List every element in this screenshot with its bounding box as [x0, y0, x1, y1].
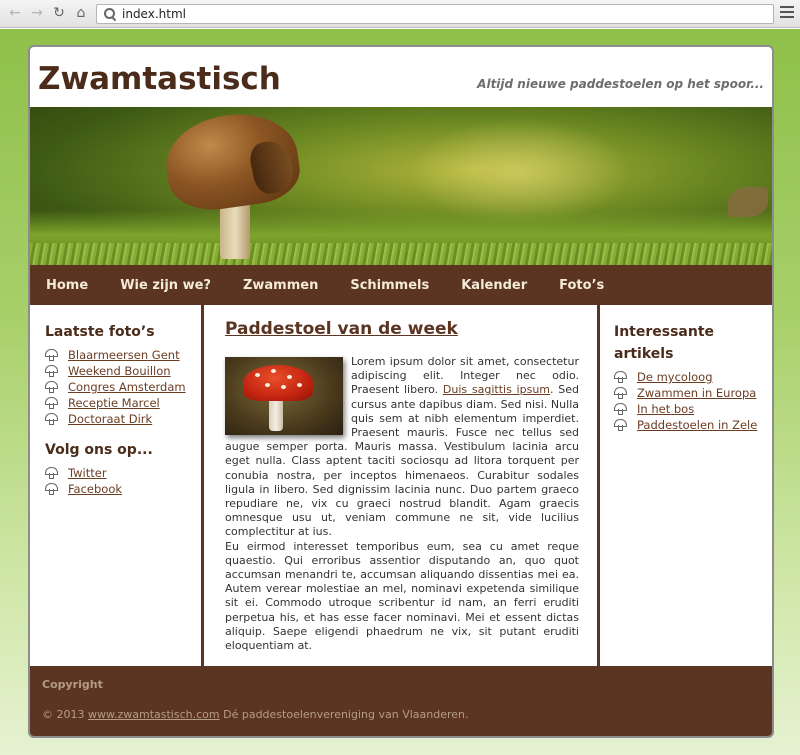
mushroom-icon: [614, 387, 627, 399]
list-item: Zwammen in Europa: [614, 385, 772, 401]
fly-agaric-image: [225, 357, 343, 435]
photo-link[interactable]: Doctoraat Dirk: [68, 412, 152, 426]
url-text: index.html: [122, 7, 186, 21]
photo-link[interactable]: Receptie Marcel: [68, 396, 160, 410]
article-link[interactable]: In het bos: [637, 402, 694, 416]
list-item: Facebook: [45, 481, 201, 497]
mushroom-icon: [614, 419, 627, 431]
footer-heading: Copyright: [42, 678, 103, 691]
page-viewport: Zwamtastisch Altijd nieuwe paddestoelen …: [0, 29, 800, 755]
nav-wie-zijn-we[interactable]: Wie zijn we?: [120, 278, 211, 293]
site-footer: Copyright © 2013 www.zwamtastisch.com Dé…: [30, 666, 772, 736]
photo-link[interactable]: Blaarmeersen Gent: [68, 348, 180, 362]
reload-icon[interactable]: ↻: [50, 4, 68, 22]
mushroom-icon: [45, 365, 58, 377]
nav-fotos[interactable]: Foto’s: [559, 278, 604, 293]
twitter-link[interactable]: Twitter: [68, 466, 107, 480]
home-icon[interactable]: ⌂: [72, 4, 90, 22]
mushroom-icon: [614, 403, 627, 415]
mushroom-icon: [45, 397, 58, 409]
facebook-link[interactable]: Facebook: [68, 482, 122, 496]
footer-copyright: © 2013 www.zwamtastisch.com Dé paddestoe…: [42, 708, 469, 721]
mushroom-icon: [45, 413, 58, 425]
mushroom-icon: [45, 381, 58, 393]
list-item: Paddestoelen in Zele: [614, 417, 772, 433]
browser-toolbar: ← → ↻ ⌂ index.html: [0, 0, 800, 28]
mushroom-icon: [45, 349, 58, 361]
article-body: Lorem ipsum dolor sit amet, consectetur …: [225, 355, 579, 653]
article-link[interactable]: Zwammen in Europa: [637, 386, 756, 400]
content-area: Laatste foto’s Blaarmeersen Gent Weekend…: [30, 305, 772, 671]
nav-kalender[interactable]: Kalender: [461, 278, 527, 293]
articles-heading: Interessante artikels: [614, 324, 715, 362]
site-container: Zwamtastisch Altijd nieuwe paddestoelen …: [28, 45, 774, 738]
forward-icon[interactable]: →: [28, 4, 46, 22]
list-item: In het bos: [614, 401, 772, 417]
right-sidebar: Interessante artikels De mycoloog Zwamme…: [597, 305, 772, 671]
list-item: Doctoraat Dirk: [45, 411, 201, 427]
article-inline-link[interactable]: Duis sagittis ipsum: [443, 383, 550, 396]
mushroom-icon: [45, 467, 58, 479]
list-item: Twitter: [45, 465, 201, 481]
site-title[interactable]: Zwamtastisch: [38, 61, 281, 97]
address-bar[interactable]: index.html: [96, 4, 774, 24]
list-item: Weekend Bouillon: [45, 363, 201, 379]
articles-list: De mycoloog Zwammen in Europa In het bos…: [614, 369, 772, 433]
mushroom-icon: [614, 371, 627, 383]
site-header: Zwamtastisch Altijd nieuwe paddestoelen …: [30, 47, 772, 107]
photo-link[interactable]: Weekend Bouillon: [68, 364, 171, 378]
main-column: Paddestoel van de week Lorem ipsum dolor…: [207, 305, 597, 671]
list-item: Receptie Marcel: [45, 395, 201, 411]
photos-heading: Laatste foto’s: [45, 324, 155, 340]
banner-image: [30, 107, 772, 265]
site-tagline: Altijd nieuwe paddestoelen op het spoor.…: [477, 77, 764, 91]
footer-site-link[interactable]: www.zwamtastisch.com: [88, 708, 220, 721]
article-title[interactable]: Paddestoel van de week: [225, 319, 579, 339]
follow-list: Twitter Facebook: [45, 465, 201, 497]
mushroom-icon: [45, 483, 58, 495]
article-paragraph-2: Eu eirmod interesset temporibus eum, sea…: [225, 539, 579, 653]
nav-home[interactable]: Home: [46, 278, 88, 293]
back-icon[interactable]: ←: [6, 4, 24, 22]
photo-link[interactable]: Congres Amsterdam: [68, 380, 186, 394]
article-link[interactable]: De mycoloog: [637, 370, 713, 384]
article-link[interactable]: Paddestoelen in Zele: [637, 418, 757, 432]
follow-heading: Volg ons op...: [45, 442, 153, 458]
photos-list: Blaarmeersen Gent Weekend Bouillon Congr…: [45, 347, 201, 427]
menu-icon[interactable]: [780, 6, 794, 20]
list-item: Blaarmeersen Gent: [45, 347, 201, 363]
search-icon: [103, 7, 117, 21]
list-item: Congres Amsterdam: [45, 379, 201, 395]
nav-zwammen[interactable]: Zwammen: [243, 278, 318, 293]
left-sidebar: Laatste foto’s Blaarmeersen Gent Weekend…: [30, 305, 204, 671]
main-navigation: Home Wie zijn we? Zwammen Schimmels Kale…: [30, 265, 772, 305]
list-item: De mycoloog: [614, 369, 772, 385]
nav-schimmels[interactable]: Schimmels: [350, 278, 429, 293]
